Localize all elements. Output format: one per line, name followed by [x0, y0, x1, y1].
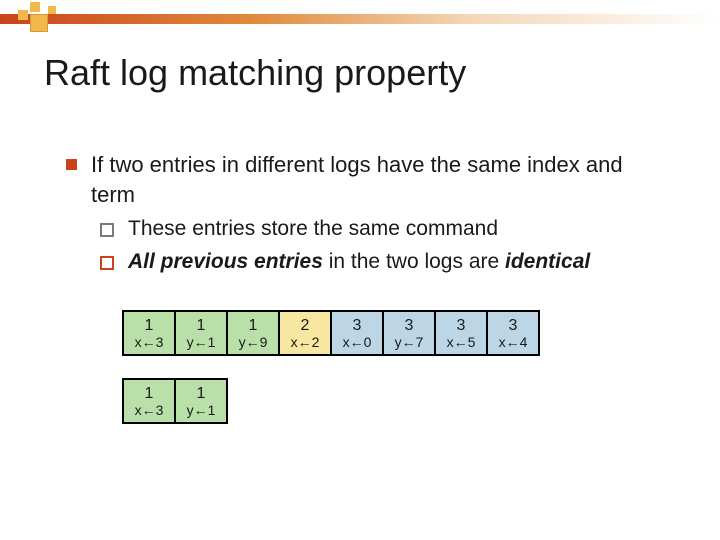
bullet-level-1: If two entries in different logs have th… [66, 150, 670, 209]
emphasis-text: identical [505, 250, 590, 273]
log-entry-term: 3 [509, 318, 518, 334]
log-entry-cell: 3y←7 [382, 310, 436, 356]
bullet-text: If two entries in different logs have th… [91, 150, 670, 209]
log-entry-term: 3 [405, 318, 414, 334]
log-entry-cell: 1x←3 [122, 310, 176, 356]
log-entry-command: x←5 [447, 335, 476, 349]
log-entry-term: 1 [197, 318, 206, 334]
log-entry-command: x←3 [135, 403, 164, 417]
log-row-2: 1x←31y←1 [122, 378, 540, 424]
log-entry-term: 3 [353, 318, 362, 334]
slide-title: Raft log matching property [44, 52, 466, 94]
log-entry-cell: 1y←1 [174, 378, 228, 424]
log-entry-term: 1 [197, 386, 206, 402]
bullet-level-2: These entries store the same command [100, 215, 670, 243]
decorative-corner-squares [18, 2, 58, 42]
log-entry-term: 3 [457, 318, 466, 334]
log-entry-command: y←9 [239, 335, 268, 349]
log-entry-cell: 3x←5 [434, 310, 488, 356]
log-row-1: 1x←31y←11y←92x←23x←03y←73x←53x←4 [122, 310, 540, 356]
log-entry-command: x←4 [499, 335, 528, 349]
log-diagram: 1x←31y←11y←92x←23x←03y←73x←53x←4 1x←31y←… [122, 310, 540, 446]
log-entry-term: 1 [145, 318, 154, 334]
log-entry-command: y←1 [187, 335, 216, 349]
log-entry-cell: 2x←2 [278, 310, 332, 356]
bullet-text: All previous entries in the two logs are… [128, 248, 590, 276]
log-entry-cell: 1y←1 [174, 310, 228, 356]
log-entry-command: y←1 [187, 403, 216, 417]
slide-body: If two entries in different logs have th… [66, 150, 670, 280]
decorative-top-band [0, 14, 720, 24]
log-entry-command: y←7 [395, 335, 424, 349]
log-entry-cell: 3x←4 [486, 310, 540, 356]
log-entry-term: 1 [145, 386, 154, 402]
log-entry-command: x←2 [291, 335, 320, 349]
bullet-square-icon [66, 159, 77, 170]
log-entry-term: 2 [301, 318, 310, 334]
bullet-level-2: All previous entries in the two logs are… [100, 248, 670, 276]
bullet-hollow-square-icon [100, 223, 114, 237]
log-entry-command: x←3 [135, 335, 164, 349]
log-entry-cell: 1y←9 [226, 310, 280, 356]
emphasis-text: All previous entries [128, 250, 323, 273]
bullet-text: These entries store the same command [128, 215, 498, 243]
log-entry-cell: 3x←0 [330, 310, 384, 356]
slide: Raft log matching property If two entrie… [0, 0, 720, 540]
plain-text: in the two logs are [323, 250, 505, 273]
bullet-hollow-square-icon [100, 256, 114, 270]
log-entry-term: 1 [249, 318, 258, 334]
log-entry-command: x←0 [343, 335, 372, 349]
log-entry-cell: 1x←3 [122, 378, 176, 424]
